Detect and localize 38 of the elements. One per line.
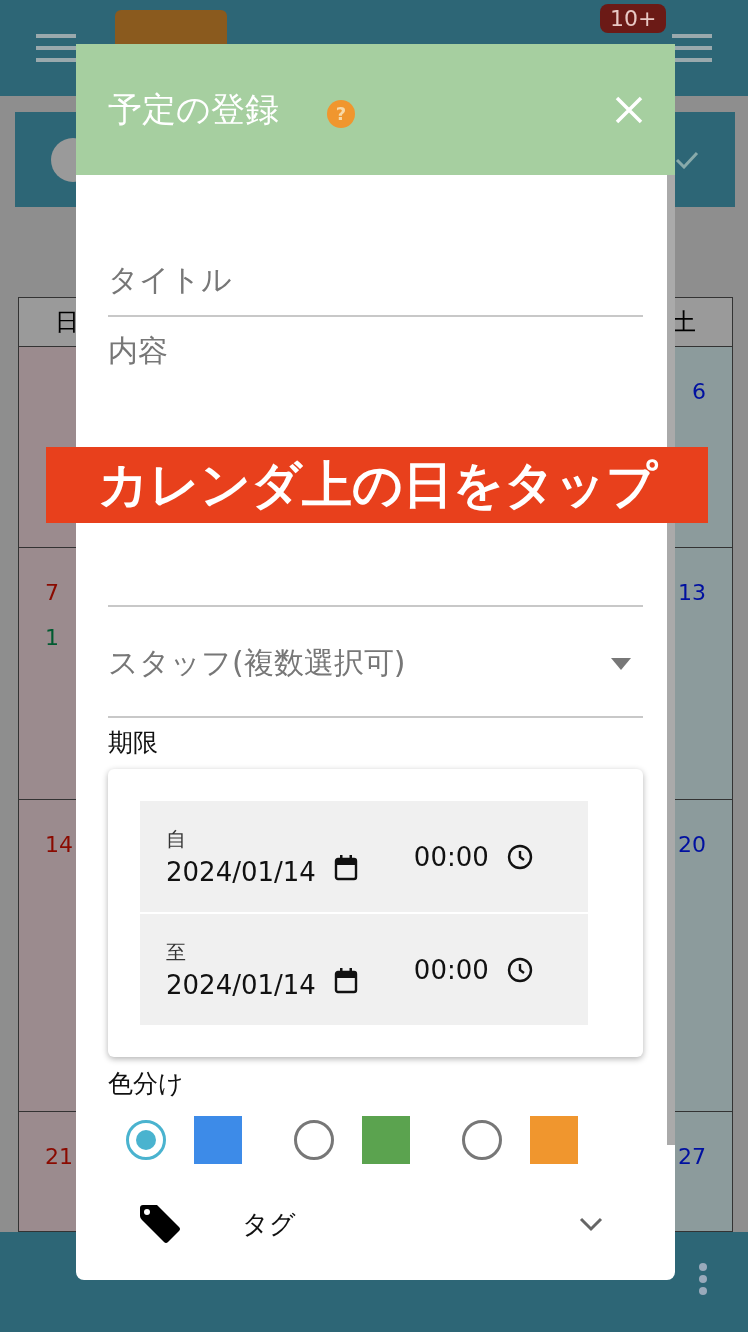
calendar-icon[interactable]	[333, 967, 358, 994]
calendar-icon[interactable]	[333, 854, 358, 881]
staff-select[interactable]: スタッフ(複数選択可)	[108, 607, 643, 718]
range-label: 自	[166, 826, 187, 853]
more-icon[interactable]	[698, 1262, 708, 1296]
day-number[interactable]: 14	[45, 832, 73, 857]
tag-icon	[138, 1204, 182, 1244]
date-time-field[interactable]: 自 2024/01/14 00:00	[140, 801, 588, 912]
day-number[interactable]: 20	[678, 832, 706, 857]
day-number[interactable]: 27	[678, 1144, 706, 1169]
weekday-label: 土	[672, 307, 696, 338]
color-radio[interactable]	[294, 1120, 334, 1160]
date-time-field[interactable]: 至 2024/01/14 00:00	[140, 914, 588, 1025]
day-number[interactable]: 21	[45, 1144, 73, 1169]
notification-badge: 10+	[600, 4, 667, 33]
event-count: 1	[45, 625, 59, 650]
dialog-title: 予定の登録	[108, 87, 279, 131]
date-value[interactable]: 2024/01/14	[166, 857, 316, 887]
scrollbar[interactable]	[667, 175, 675, 1145]
time-value[interactable]: 00:00	[413, 954, 489, 985]
tag-label[interactable]: タグ	[242, 1206, 519, 1242]
menu-icon[interactable]	[672, 33, 712, 63]
day-number[interactable]: 13	[678, 580, 706, 605]
time-value[interactable]: 00:00	[413, 841, 489, 872]
weekday-label: 日	[55, 307, 79, 338]
day-number[interactable]: 6	[692, 379, 706, 404]
day-number[interactable]: 7	[45, 580, 59, 605]
clock-icon[interactable]	[506, 843, 533, 870]
color-radio[interactable]	[462, 1120, 502, 1160]
instruction-banner: カレンダ上の日をタップ	[46, 447, 708, 523]
date-value[interactable]: 2024/01/14	[166, 970, 316, 1000]
clock-icon[interactable]	[506, 956, 533, 983]
range-label: 至	[166, 939, 187, 966]
menu-icon[interactable]	[36, 33, 76, 63]
chevron-icon[interactable]	[579, 1216, 603, 1232]
check-icon[interactable]	[675, 150, 699, 169]
color-radio[interactable]	[126, 1120, 166, 1160]
dropdown-caret-icon	[611, 657, 631, 670]
